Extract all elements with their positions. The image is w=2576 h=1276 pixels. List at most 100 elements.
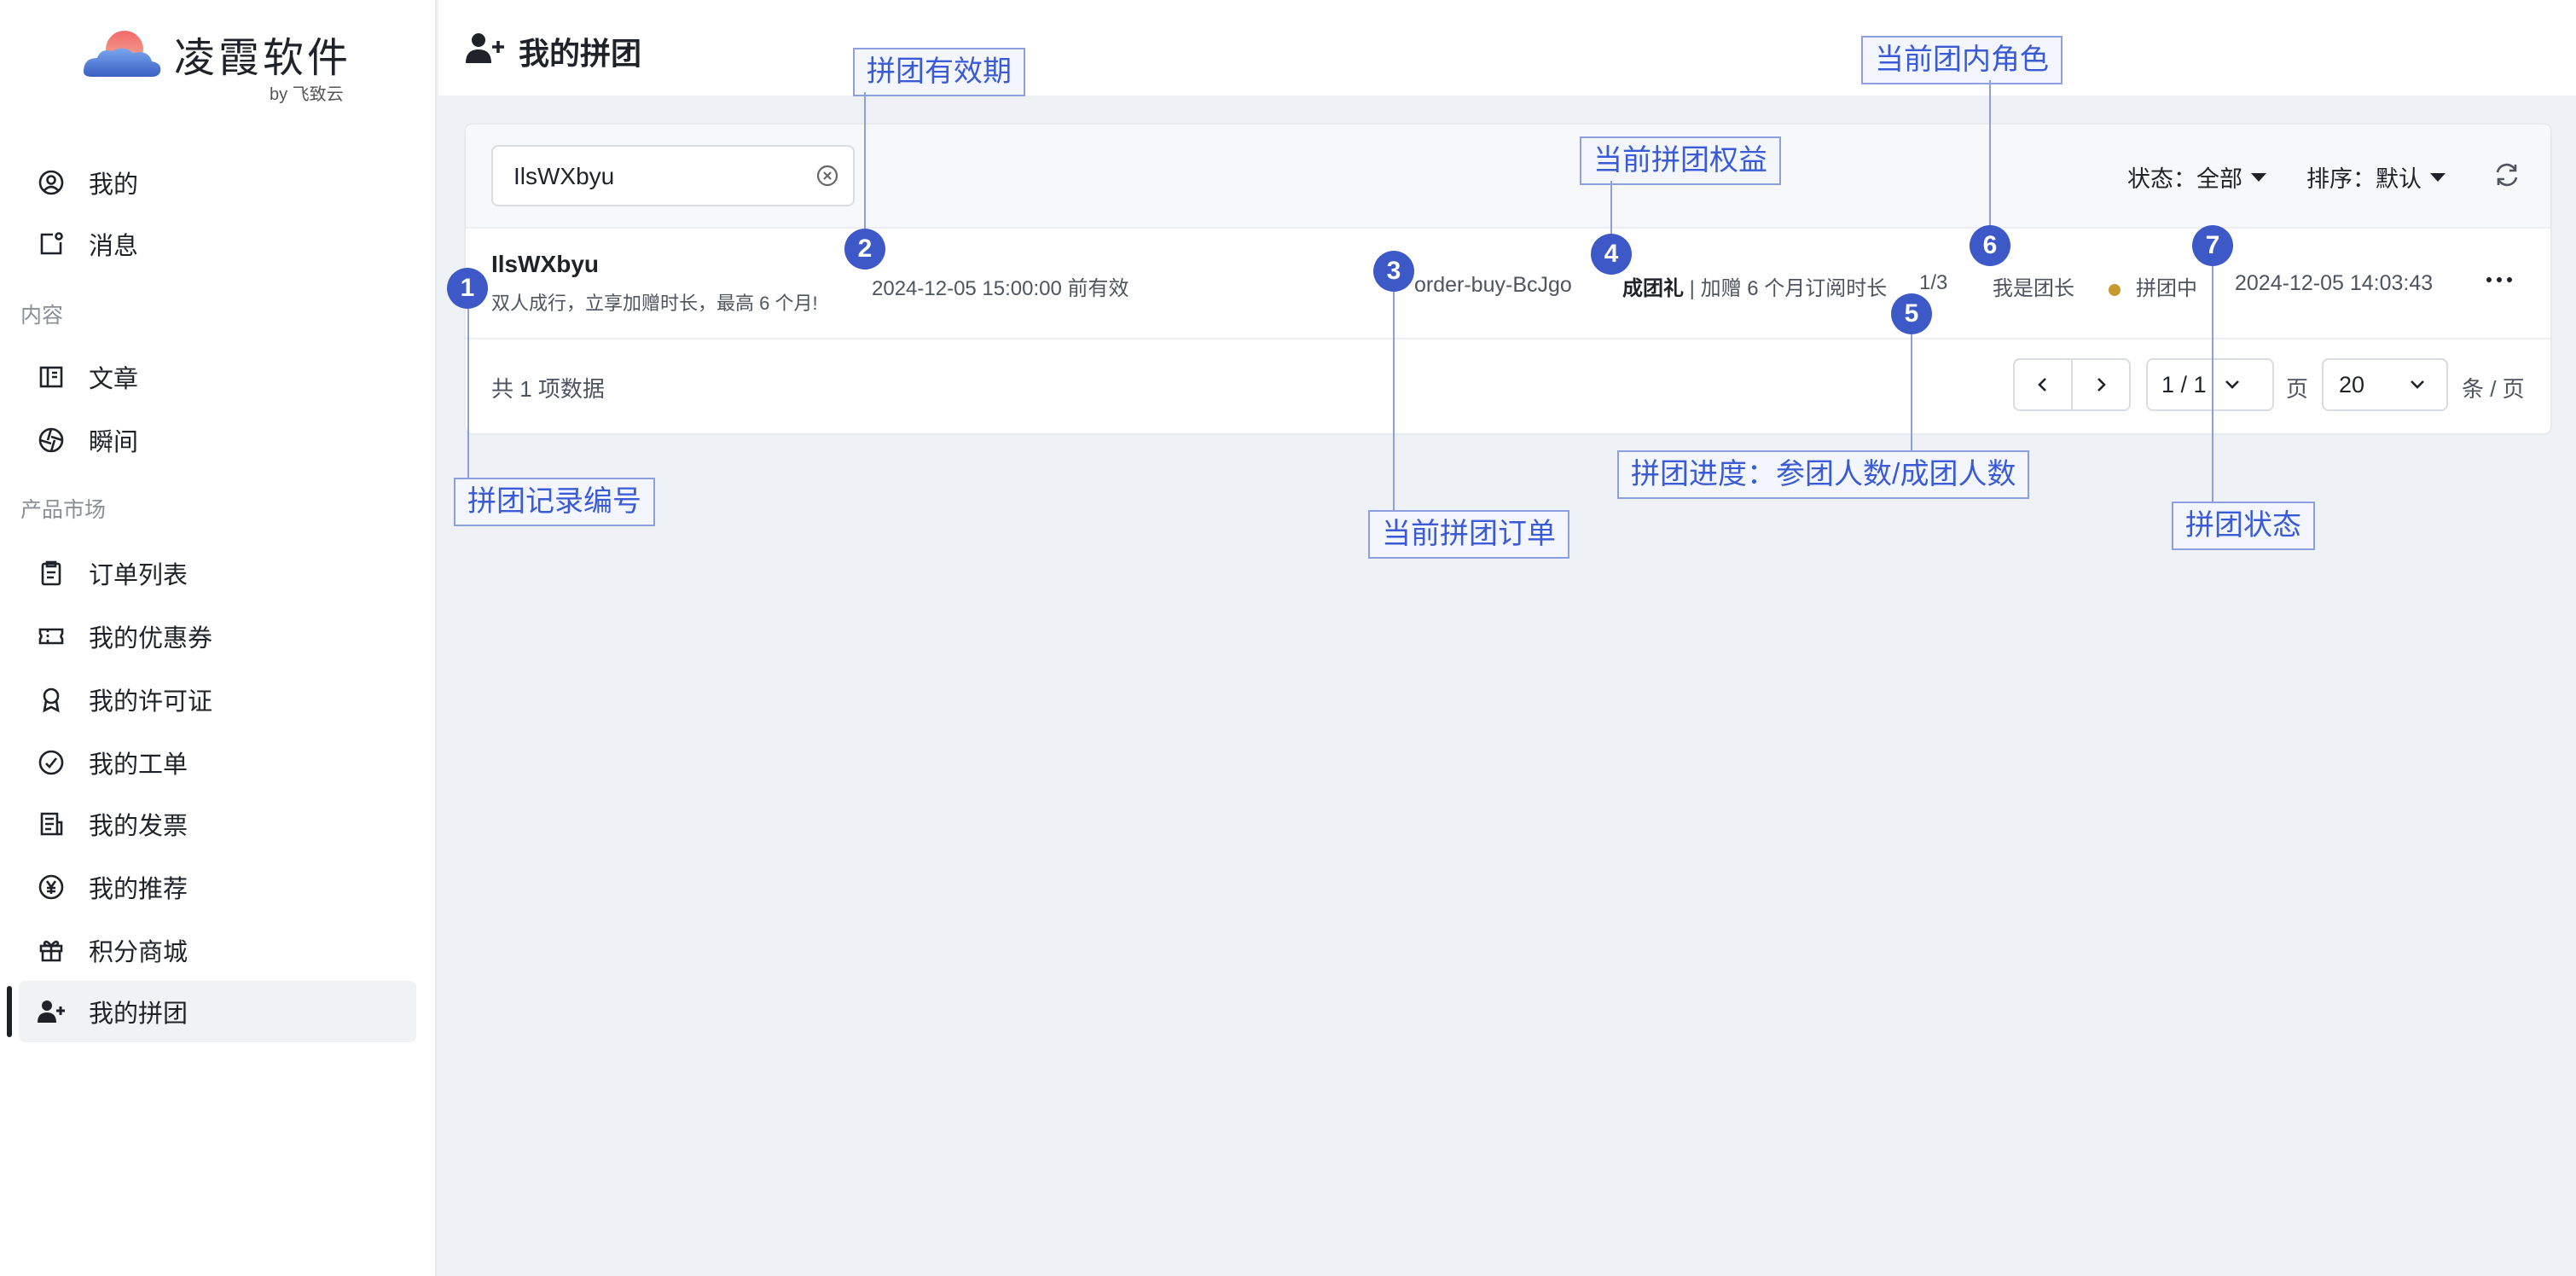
group-validity: 2024-12-05 15:00:00 前有效 [872, 277, 1129, 300]
sidebar-item-label: 我的推荐 [89, 876, 189, 903]
gift-icon [36, 935, 67, 966]
ticket-icon [36, 621, 67, 652]
sidebar-item-label: 我的发票 [89, 813, 189, 840]
annotation-badge-3: 3 [1373, 251, 1414, 292]
group-order-link[interactable]: order-buy-BcJgo [1414, 273, 1572, 298]
sidebar-item-invoices[interactable]: 我的发票 [19, 793, 416, 855]
more-icon[interactable] [2482, 263, 2516, 297]
chevron-down-icon [2225, 380, 2239, 389]
chevron-down-icon [2411, 380, 2424, 389]
page-select[interactable]: 1 / 1 [2146, 358, 2274, 411]
brand-name: 凌霞软件 [174, 34, 352, 82]
article-icon [36, 362, 67, 392]
sidebar-item-orders[interactable]: 订单列表 [19, 542, 416, 604]
sidebar-item-label: 订单列表 [89, 562, 189, 589]
sidebar-item-points-mall[interactable]: 积分商城 [19, 919, 416, 981]
sidebar-item-label: 我的工单 [89, 751, 189, 779]
annotation-badge-1: 1 [447, 268, 488, 309]
sidebar-item-label: 积分商城 [89, 939, 189, 966]
sidebar-item-licenses[interactable]: 我的许可证 [19, 669, 416, 730]
moment-icon [36, 425, 67, 455]
refresh-icon[interactable] [2492, 160, 2521, 189]
annotation-badge-5: 5 [1891, 293, 1932, 334]
user-plus-icon [466, 33, 504, 63]
page-size-unit: 条 / 页 [2462, 376, 2525, 402]
yen-icon [36, 872, 67, 902]
active-indicator [7, 986, 12, 1037]
annotation-badge-6: 6 [1970, 225, 2010, 266]
sidebar-item-group-buy[interactable]: 我的拼团 [19, 981, 416, 1042]
sidebar-item-articles[interactable]: 文章 [19, 346, 416, 408]
sidebar-item-label: 我的拼团 [89, 1000, 189, 1028]
sidebar: 凌霞软件 by 飞致云 我的 消息 内容 文章 瞬间 产品市场 订单列表 我的优… [0, 0, 437, 1276]
logo-cloud-icon [84, 31, 161, 77]
status-filter-label: 状态：全部 [2127, 166, 2242, 192]
sidebar-item-coupons[interactable]: 我的优惠券 [19, 606, 416, 667]
clear-icon[interactable] [815, 164, 839, 188]
award-icon [36, 684, 67, 715]
group-status: 拼团中 [2109, 271, 2197, 301]
brand-by: by 飞致云 [270, 85, 344, 104]
page-select-value: 1 / 1 [2161, 371, 2207, 397]
sidebar-item-label: 文章 [89, 366, 139, 393]
check-circle-icon [36, 747, 67, 778]
sidebar-item-label: 瞬间 [89, 429, 139, 456]
sidebar-item-label: 我的优惠券 [89, 625, 213, 652]
sidebar-item-me[interactable]: 我的 [19, 152, 416, 213]
annotation-line [1989, 80, 1991, 227]
annotation-line [1911, 334, 1912, 450]
annotation-line [2212, 266, 2213, 502]
sidebar-item-label: 我的 [89, 171, 139, 199]
group-created-time: 2024-12-05 14:03:43 [2235, 271, 2434, 295]
clipboard-icon [36, 558, 67, 589]
table-row[interactable]: IlsWXbyu 双人成行，立享加赠时长，最高 6 个月! 2024-12-05… [466, 227, 2550, 339]
status-filter[interactable]: 状态：全部 [2127, 160, 2266, 194]
sort-filter-label: 排序：默认 [2306, 166, 2422, 192]
next-page-button[interactable] [2071, 358, 2131, 411]
chevron-right-icon [2097, 378, 2106, 392]
annotation-label-7: 拼团状态 [2172, 502, 2315, 550]
caret-down-icon [2251, 172, 2266, 182]
annotation-label-2: 拼团有效期 [853, 48, 1025, 96]
sidebar-item-tickets[interactable]: 我的工单 [19, 732, 416, 793]
annotation-badge-7: 7 [2192, 225, 2233, 266]
search-box [491, 145, 855, 206]
user-plus-icon [36, 996, 67, 1027]
annotation-label-6: 当前团内角色 [1861, 36, 2063, 84]
brand-logo[interactable]: 凌霞软件 by 飞致云 [80, 24, 370, 104]
message-icon [36, 229, 67, 259]
chevron-left-icon [2038, 378, 2046, 392]
search-input[interactable] [512, 147, 805, 206]
page-size-select[interactable]: 20 [2322, 358, 2448, 411]
group-role: 我是团长 [1993, 277, 2074, 300]
annotation-line [1610, 181, 1612, 234]
total-count: 共 1 项数据 [491, 376, 605, 402]
group-benefit: 成团礼 | 加赠 6 个月订阅时长 [1622, 271, 1887, 301]
sidebar-item-referrals[interactable]: 我的推荐 [19, 856, 416, 918]
page-title: 我的拼团 [519, 36, 642, 71]
annotation-label-3: 当前拼团订单 [1368, 510, 1569, 559]
sidebar-item-label: 消息 [89, 233, 139, 260]
annotation-badge-4: 4 [1591, 234, 1632, 275]
nav-section-market: 产品市场 [20, 498, 107, 522]
annotation-label-4: 当前拼团权益 [1580, 136, 1781, 185]
group-progress: 1/3 [1919, 271, 1948, 294]
annotation-badge-2: 2 [844, 229, 885, 270]
annotation-line [467, 309, 469, 483]
sidebar-item-messages[interactable]: 消息 [19, 213, 416, 275]
annotation-label-1: 拼团记录编号 [454, 478, 655, 526]
group-buy-panel: 状态：全部 排序：默认 IlsWXbyu 双人成行，立享加赠时长，最高 6 个月… [464, 123, 2552, 435]
group-record-id: IlsWXbyu [491, 251, 600, 277]
sort-filter[interactable]: 排序：默认 [2306, 160, 2445, 194]
sidebar-item-label: 我的许可证 [89, 688, 213, 716]
benefit-title: 成团礼 [1622, 277, 1684, 300]
page-header: 我的拼团 [438, 0, 2576, 96]
annotation-line [1393, 292, 1395, 510]
sidebar-item-moments[interactable]: 瞬间 [19, 409, 416, 471]
prev-page-button[interactable] [2013, 358, 2073, 411]
annotation-label-5: 拼团进度：参团人数/成团人数 [1617, 450, 2030, 499]
page-size-value: 20 [2339, 371, 2365, 397]
caret-down-icon [2430, 172, 2445, 182]
nav-section-content: 内容 [20, 304, 64, 328]
status-dot [2109, 283, 2121, 296]
